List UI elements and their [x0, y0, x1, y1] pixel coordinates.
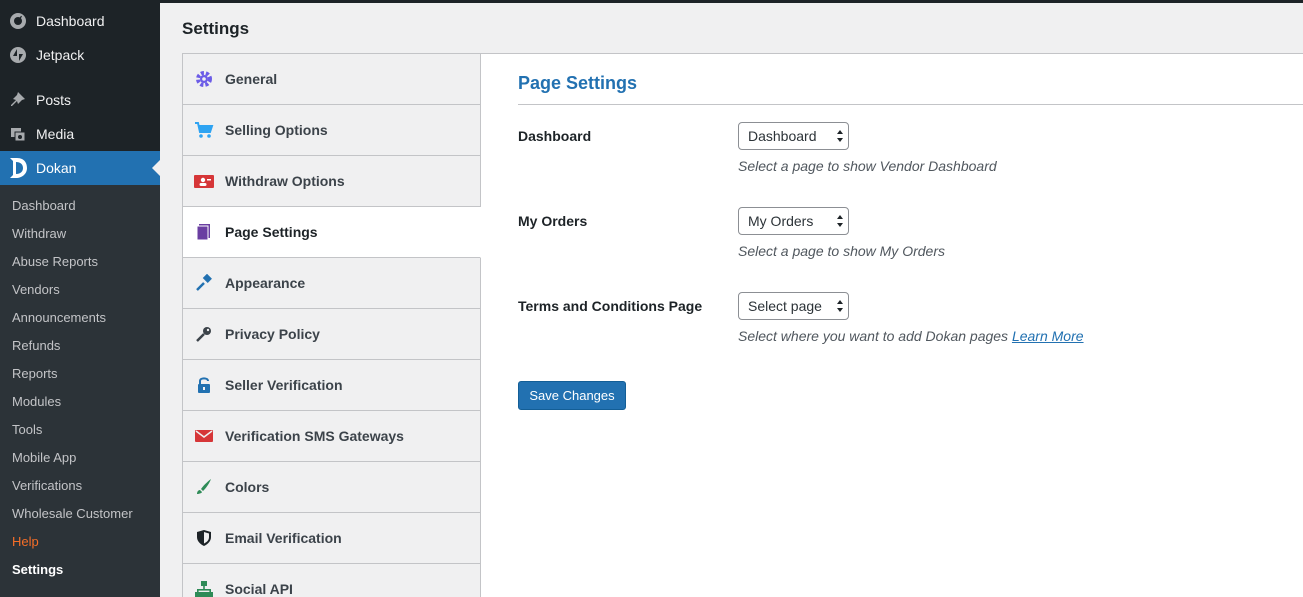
- nav-verification-sms-gateways-label: Verification SMS Gateways: [225, 428, 404, 444]
- nav-general[interactable]: General: [183, 54, 481, 105]
- nav-email-verification-label: Email Verification: [225, 530, 342, 546]
- nav-seller-verification[interactable]: Seller Verification: [183, 360, 481, 411]
- submenu-settings[interactable]: Settings: [12, 556, 63, 584]
- jetpack-icon: [0, 46, 36, 64]
- dashboard-icon: [0, 12, 36, 30]
- nav-verification-sms-gateways[interactable]: Verification SMS Gateways: [183, 411, 481, 462]
- menu-dokan-label: Dokan: [36, 160, 77, 176]
- menu-dokan[interactable]: Dokan: [0, 151, 160, 185]
- admin-sidebar: Dashboard Jetpack Posts Media Dokan Dash…: [0, 0, 160, 597]
- menu-posts-label: Posts: [36, 92, 72, 108]
- save-changes-button[interactable]: Save Changes: [518, 381, 626, 410]
- menu-jetpack[interactable]: Jetpack: [0, 38, 160, 72]
- learn-more-link[interactable]: Learn More: [1012, 328, 1084, 344]
- dashboard-page-label: Dashboard: [518, 128, 592, 144]
- settings-nav: General Selling Options Withdraw Options…: [182, 53, 481, 597]
- withdraw-icon: [183, 173, 225, 189]
- submenu-dashboard[interactable]: Dashboard: [12, 192, 76, 220]
- nav-email-verification[interactable]: Email Verification: [183, 513, 481, 564]
- dashboard-page-select-value: Dashboard: [748, 128, 817, 144]
- submenu-vendors[interactable]: Vendors: [12, 276, 60, 304]
- key-icon: [183, 325, 225, 343]
- nav-page-settings-label: Page Settings: [225, 224, 318, 240]
- dokan-submenu: Dashboard Withdraw Abuse Reports Vendors…: [0, 185, 160, 597]
- submenu-help[interactable]: Help: [12, 528, 39, 556]
- my-orders-page-label: My Orders: [518, 213, 588, 229]
- menu-media-label: Media: [36, 126, 75, 142]
- terms-page-label: Terms and Conditions Page: [518, 298, 703, 314]
- my-orders-page-description: Select a page to show My Orders: [738, 243, 945, 259]
- pin-icon: [0, 91, 36, 109]
- nav-withdraw-options-label: Withdraw Options: [225, 173, 345, 189]
- my-orders-page-select-value: My Orders: [748, 213, 814, 229]
- nav-privacy-policy[interactable]: Privacy Policy: [183, 309, 481, 360]
- nav-appearance[interactable]: Appearance: [183, 258, 481, 309]
- nav-colors-label: Colors: [225, 479, 270, 495]
- brush-icon: [183, 274, 225, 292]
- divider: [518, 104, 1303, 105]
- shield-icon: [183, 529, 225, 547]
- cart-icon: [183, 121, 225, 139]
- terms-page-select[interactable]: Select page: [738, 292, 849, 320]
- lock-icon: [183, 376, 225, 394]
- select-arrows-icon: [837, 215, 843, 227]
- terms-page-description-text: Select where you want to add Dokan pages: [738, 328, 1009, 344]
- submenu-withdraw[interactable]: Withdraw: [12, 220, 66, 248]
- paint-brush-icon: [183, 478, 225, 496]
- gear-icon: [183, 70, 225, 88]
- nav-colors[interactable]: Colors: [183, 462, 481, 513]
- nav-privacy-policy-label: Privacy Policy: [225, 326, 320, 342]
- terms-page-select-value: Select page: [748, 298, 822, 314]
- nav-seller-verification-label: Seller Verification: [225, 377, 343, 393]
- media-icon: [0, 125, 36, 143]
- submenu-tools[interactable]: Tools: [12, 416, 42, 444]
- submenu-reports[interactable]: Reports: [12, 360, 58, 388]
- submenu-abuse-reports[interactable]: Abuse Reports: [12, 248, 98, 276]
- submenu-modules[interactable]: Modules: [12, 388, 61, 416]
- select-arrows-icon: [837, 130, 843, 142]
- select-arrows-icon: [837, 300, 843, 312]
- menu-jetpack-label: Jetpack: [36, 47, 85, 63]
- submenu-mobile-app[interactable]: Mobile App: [12, 444, 76, 472]
- page-title: Settings: [182, 19, 250, 38]
- page-settings-panel: Page Settings Dashboard Dashboard Select…: [481, 53, 1303, 597]
- menu-posts[interactable]: Posts: [0, 83, 160, 117]
- book-icon: [183, 223, 225, 241]
- nav-general-label: General: [225, 71, 278, 87]
- envelope-icon: [183, 429, 225, 443]
- nav-social-api[interactable]: Social API: [183, 564, 481, 597]
- dashboard-page-select[interactable]: Dashboard: [738, 122, 849, 150]
- nav-selling-options-label: Selling Options: [225, 122, 328, 138]
- nav-page-settings[interactable]: Page Settings: [183, 207, 481, 258]
- submenu-announcements[interactable]: Announcements: [12, 304, 106, 332]
- nav-social-api-label: Social API: [225, 581, 293, 597]
- submenu-wholesale-customer[interactable]: Wholesale Customer: [12, 500, 133, 528]
- nav-selling-options[interactable]: Selling Options: [183, 105, 481, 156]
- submenu-refunds[interactable]: Refunds: [12, 332, 60, 360]
- panel-title: Page Settings: [518, 73, 638, 93]
- nav-withdraw-options[interactable]: Withdraw Options: [183, 156, 481, 207]
- submenu-verifications[interactable]: Verifications: [12, 472, 82, 500]
- terms-page-description: Select where you want to add Dokan pages…: [738, 328, 1084, 344]
- dokan-logo-icon: [0, 156, 36, 180]
- nav-appearance-label: Appearance: [225, 275, 306, 291]
- menu-dashboard[interactable]: Dashboard: [0, 4, 160, 38]
- menu-dashboard-label: Dashboard: [36, 13, 105, 29]
- admin-top-strip: [0, 0, 1303, 3]
- dashboard-page-description: Select a page to show Vendor Dashboard: [738, 158, 997, 174]
- menu-media[interactable]: Media: [0, 117, 160, 151]
- sitemap-icon: [183, 580, 225, 597]
- my-orders-page-select[interactable]: My Orders: [738, 207, 849, 235]
